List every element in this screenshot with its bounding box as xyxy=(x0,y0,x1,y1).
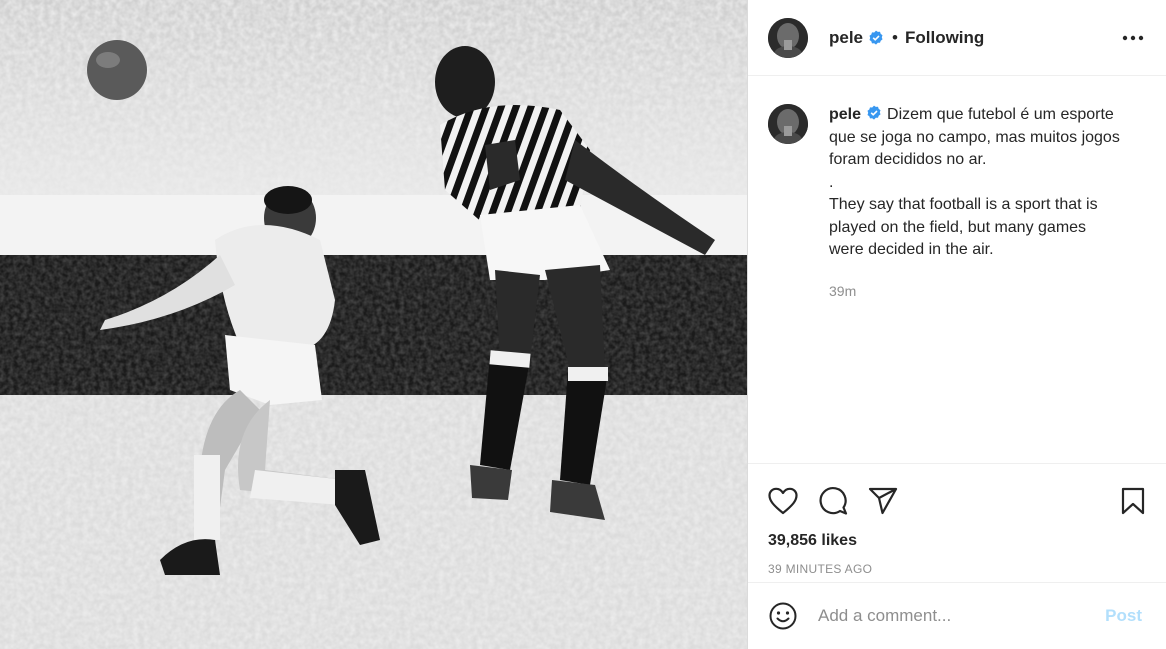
save-button[interactable] xyxy=(1118,486,1148,516)
caption-body: pele Dizem que futebol é um esporte que s… xyxy=(829,104,1120,302)
verified-badge-icon xyxy=(868,30,884,46)
caption-first-line: pele Dizem que futebol é um esporte xyxy=(829,104,1120,127)
more-options-button[interactable] xyxy=(1120,25,1146,51)
verified-badge-icon xyxy=(866,105,882,121)
paper-plane-icon xyxy=(868,487,898,515)
comment-input[interactable] xyxy=(816,605,1100,627)
avatar-image xyxy=(768,17,808,58)
following-button[interactable]: Following xyxy=(905,28,984,48)
likes-count[interactable]: 39,856 likes xyxy=(748,528,1166,550)
caption-username[interactable]: pele xyxy=(829,106,861,123)
caption: pele Dizem que futebol é um esporte que s… xyxy=(768,104,1146,302)
photo-image xyxy=(0,0,747,649)
caption-text-line: Dizem que futebol é um esporte xyxy=(887,106,1114,123)
post-photo[interactable] xyxy=(0,0,747,649)
comment-icon xyxy=(819,486,848,515)
like-button[interactable] xyxy=(768,486,798,516)
caption-avatar[interactable] xyxy=(768,104,808,144)
avatar-image xyxy=(768,104,808,144)
emoji-button[interactable] xyxy=(768,601,798,631)
post-side-panel: pele • Following pele Dizem que futebol … xyxy=(747,0,1166,649)
caption-text-line: were decided in the air. xyxy=(829,241,994,258)
caption-text-line: They say that football is a sport that i… xyxy=(829,196,1098,213)
separator-dot: • xyxy=(892,27,898,47)
caption-timestamp[interactable]: 39m xyxy=(829,280,1120,303)
add-comment-bar: Post xyxy=(748,582,1166,649)
share-button[interactable] xyxy=(868,486,898,516)
comments-area: pele Dizem que futebol é um esporte que s… xyxy=(748,76,1166,464)
header-username[interactable]: pele xyxy=(829,28,863,48)
heart-icon xyxy=(768,487,798,515)
post-comment-button[interactable]: Post xyxy=(1099,605,1148,627)
caption-text-line: . xyxy=(829,173,834,191)
comment-button[interactable] xyxy=(818,486,848,516)
bookmark-icon xyxy=(1121,487,1145,515)
action-bar xyxy=(748,464,1166,528)
instagram-post-modal: pele • Following pele Dizem que futebol … xyxy=(0,0,1166,649)
posted-time[interactable]: 39 MINUTES AGO xyxy=(748,550,1166,582)
caption-text-line: played on the field, but many games xyxy=(829,218,1087,236)
avatar[interactable] xyxy=(768,17,808,58)
smiley-icon xyxy=(769,602,797,630)
caption-text-line: foram decididos no ar. xyxy=(829,151,987,168)
post-header: pele • Following xyxy=(748,0,1166,76)
caption-text-line: que se joga no campo, mas muitos jogos xyxy=(829,128,1120,146)
more-horizontal-icon xyxy=(1122,35,1144,40)
